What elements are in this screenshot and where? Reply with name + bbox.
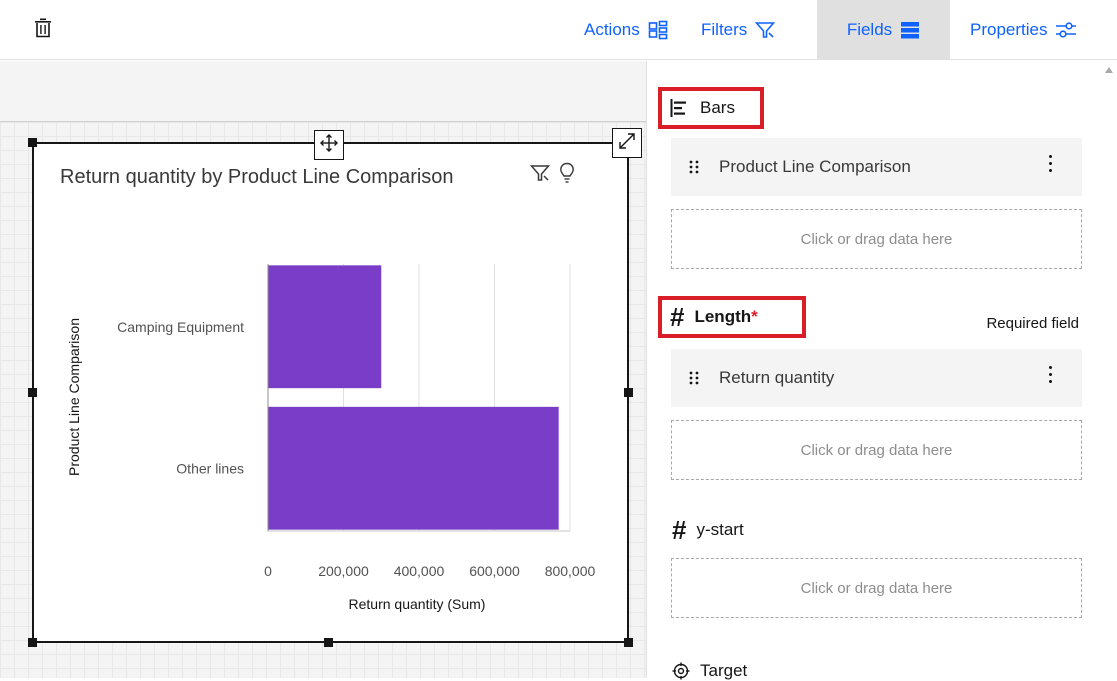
length-drop-zone[interactable]: Click or drag data here bbox=[671, 420, 1082, 480]
fields-icon bbox=[900, 20, 920, 40]
length-field-chip[interactable]: Return quantity bbox=[671, 349, 1082, 407]
y-axis-title: Product Line Comparison bbox=[66, 318, 82, 476]
hash-icon: # bbox=[670, 302, 685, 332]
drag-handle-icon[interactable] bbox=[689, 371, 703, 385]
filter-icon bbox=[755, 21, 776, 39]
ystart-heading-label: y-start bbox=[696, 520, 744, 539]
x-tick-label: 600,000 bbox=[469, 563, 520, 579]
ystart-drop-zone[interactable]: Click or drag data here bbox=[671, 558, 1082, 618]
length-section-heading: # Length * bbox=[658, 296, 806, 338]
overflow-menu-icon[interactable] bbox=[1049, 366, 1052, 383]
length-field-label: Return quantity bbox=[719, 368, 835, 387]
length-heading-label: Length bbox=[694, 307, 752, 326]
category-label: Camping Equipment bbox=[117, 319, 244, 335]
chart-bars bbox=[268, 265, 559, 530]
tab-fields[interactable]: Fields bbox=[817, 0, 950, 60]
category-label: Other lines bbox=[176, 460, 244, 476]
overflow-menu-icon[interactable] bbox=[1049, 155, 1052, 172]
x-axis-title: Return quantity (Sum) bbox=[349, 596, 486, 612]
bar bbox=[268, 406, 559, 530]
tab-properties[interactable]: Properties bbox=[970, 0, 1117, 60]
bars-field-chip[interactable]: Product Line Comparison bbox=[671, 138, 1082, 196]
x-tick-labels: 0 200,000 400,000 600,000 800,000 bbox=[264, 563, 595, 579]
tab-actions-label: Actions bbox=[584, 20, 640, 39]
canvas-area: Return quantity by Product Line Comparis… bbox=[0, 61, 646, 678]
chart-widget[interactable]: Return quantity by Product Line Comparis… bbox=[28, 128, 642, 647]
x-tick-label: 0 bbox=[264, 563, 272, 579]
tab-filters-label: Filters bbox=[701, 20, 748, 39]
target-icon bbox=[672, 662, 690, 680]
tab-fields-label: Fields bbox=[846, 20, 893, 39]
drag-handle-icon[interactable] bbox=[689, 160, 703, 174]
actions-icon bbox=[648, 20, 668, 40]
bars-field-label: Product Line Comparison bbox=[719, 157, 911, 176]
sliders-icon bbox=[1055, 21, 1077, 39]
tab-properties-label: Properties bbox=[970, 20, 1048, 39]
bars-section-heading: Bars bbox=[658, 87, 764, 129]
top-toolbar: Actions Filters Fields Properties bbox=[0, 0, 1117, 60]
ystart-section-heading: # y-start bbox=[672, 517, 744, 543]
bars-drop-zone[interactable]: Click or drag data here bbox=[671, 209, 1082, 269]
bars-heading-label: Bars bbox=[700, 98, 735, 117]
category-labels: Camping Equipment Other lines bbox=[117, 319, 244, 477]
scroll-up-arrow[interactable] bbox=[1105, 67, 1113, 73]
required-field-note: Required field bbox=[986, 315, 1079, 332]
target-section-heading: Target bbox=[672, 661, 747, 681]
hash-icon: # bbox=[672, 515, 687, 545]
trash-icon[interactable] bbox=[34, 18, 56, 42]
bar bbox=[268, 265, 382, 389]
x-tick-label: 200,000 bbox=[318, 563, 369, 579]
x-tick-label: 400,000 bbox=[394, 563, 445, 579]
x-tick-label: 800,000 bbox=[545, 563, 596, 579]
bar-chart: Camping Equipment Other lines 0 200,000 400… bbox=[66, 264, 596, 612]
tab-actions[interactable]: Actions bbox=[584, 0, 694, 60]
bar-chart-icon bbox=[670, 99, 690, 117]
target-heading-label: Target bbox=[700, 661, 748, 680]
tab-filters[interactable]: Filters bbox=[701, 0, 811, 60]
fields-panel: Bars Product Line Comparison Click or dr… bbox=[646, 61, 1117, 681]
required-asterisk: * bbox=[751, 307, 758, 326]
